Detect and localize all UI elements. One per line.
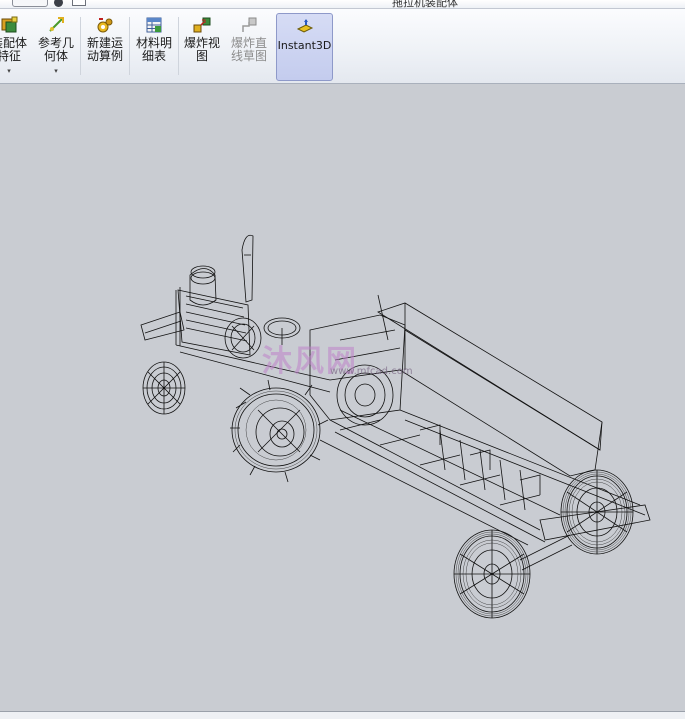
- chevron-down-icon[interactable]: ▾: [0, 65, 30, 78]
- button-label-line2: 特征: [0, 49, 21, 63]
- title-bar: 拖拉机装配体: [0, 0, 685, 9]
- button-label-line2: 细表: [141, 49, 166, 63]
- exploded-view-button[interactable]: 爆炸视 图: [180, 12, 224, 82]
- bill-of-materials-icon: [146, 17, 162, 33]
- button-label-line1: 爆炸视: [183, 36, 220, 50]
- explode-line-sketch-button[interactable]: 爆炸直 线草图: [226, 12, 272, 82]
- ribbon-separator: [80, 17, 81, 75]
- button-label: Instant3D: [277, 39, 332, 52]
- status-bar: [0, 711, 685, 719]
- assembly-features-icon: [1, 16, 18, 33]
- button-label-line2: 线草图: [230, 49, 267, 63]
- reference-geometry-button[interactable]: 参考几 何体 ▾: [34, 12, 78, 82]
- solidworks-window: 拖拉机装配体 装配体 特征 ▾ 参考几 何体 ▾: [0, 0, 685, 719]
- button-label-line1: 新建运: [86, 36, 123, 50]
- quick-access-box[interactable]: [12, 0, 48, 7]
- button-label-line1: 参考几: [37, 36, 74, 50]
- ribbon-separator: [178, 17, 179, 75]
- quick-access-window-icon[interactable]: [72, 0, 86, 6]
- button-label-line1: 材料明: [135, 36, 172, 50]
- exploded-view-icon: [193, 17, 211, 33]
- ribbon-separator: [129, 17, 130, 75]
- button-label-line2: 何体: [43, 49, 68, 63]
- reference-geometry-icon: [49, 17, 64, 32]
- bill-of-materials-button[interactable]: 材料明 细表: [132, 12, 176, 82]
- quick-access-options-icon[interactable]: [54, 0, 63, 7]
- button-label-line1: 爆炸直: [230, 36, 267, 50]
- tractor-wireframe-model[interactable]: [0, 84, 685, 711]
- button-label-line2: 动算例: [86, 49, 123, 63]
- graphics-viewport[interactable]: 沐风网 www.mfcad.com: [0, 84, 685, 711]
- instant3d-button[interactable]: Instant3D: [276, 13, 333, 81]
- button-label-line2: 图: [195, 49, 208, 63]
- command-manager-ribbon: 装配体 特征 ▾ 参考几 何体 ▾ 新建运 动算例: [0, 9, 685, 84]
- chevron-down-icon[interactable]: ▾: [34, 65, 78, 78]
- new-motion-study-button[interactable]: 新建运 动算例: [83, 12, 127, 82]
- button-label-line1: 装配体: [0, 36, 27, 50]
- new-motion-study-icon: [97, 18, 113, 33]
- instant3d-icon: [296, 19, 313, 33]
- explode-line-sketch-icon: [242, 17, 257, 32]
- watermark-url: www.mfcad.com: [330, 366, 413, 377]
- assembly-features-button[interactable]: 装配体 特征 ▾: [0, 12, 30, 82]
